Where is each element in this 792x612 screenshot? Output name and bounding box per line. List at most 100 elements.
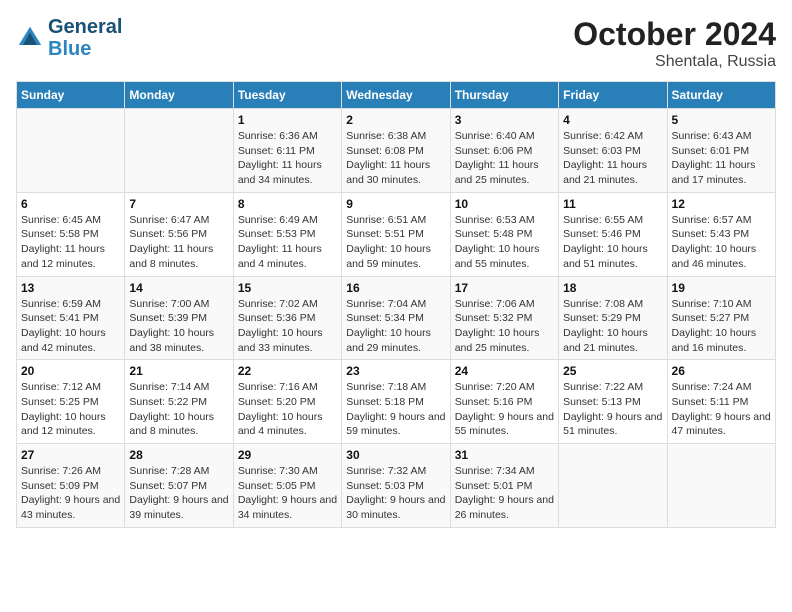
day-info: Sunrise: 7:20 AM Sunset: 5:16 PM Dayligh… bbox=[455, 380, 554, 439]
calendar-cell: 5 Sunrise: 6:43 AM Sunset: 6:01 PM Daylig… bbox=[667, 109, 775, 193]
day-info: Sunrise: 7:32 AM Sunset: 5:03 PM Dayligh… bbox=[346, 464, 445, 523]
calendar-cell: 21Sunrise: 7:14 AM Sunset: 5:22 PM Dayli… bbox=[125, 360, 233, 444]
calendar-cell: 19 Sunrise: 7:10 AM Sunset: 5:27 PM Dayli… bbox=[667, 276, 775, 360]
day-number: 2 bbox=[346, 113, 445, 127]
day-info: Sunrise: 6:59 AM Sunset: 5:41 PM Dayligh… bbox=[21, 297, 120, 356]
day-info: Sunrise: 7:26 AM Sunset: 5:09 PM Dayligh… bbox=[21, 464, 120, 523]
day-number: 11 bbox=[563, 197, 662, 211]
calendar-cell: 11 Sunrise: 6:55 AM Sunset: 5:46 PM Dayli… bbox=[559, 192, 667, 276]
day-number: 15 bbox=[238, 281, 337, 295]
header-thursday: Thursday bbox=[450, 82, 558, 109]
day-info: Sunrise: 7:10 AM Sunset: 5:27 PM Dayligh… bbox=[672, 297, 771, 356]
day-number: 20 bbox=[21, 364, 120, 378]
calendar-cell: 13Sunrise: 6:59 AM Sunset: 5:41 PM Dayli… bbox=[17, 276, 125, 360]
day-number: 22 bbox=[238, 364, 337, 378]
header-tuesday: Tuesday bbox=[233, 82, 341, 109]
title-block: October 2024 Shentala, Russia bbox=[573, 16, 776, 71]
calendar-cell: 8Sunrise: 6:49 AM Sunset: 5:53 PM Daylig… bbox=[233, 192, 341, 276]
day-info: Sunrise: 6:38 AM Sunset: 6:08 PM Dayligh… bbox=[346, 129, 445, 188]
day-info: Sunrise: 7:18 AM Sunset: 5:18 PM Dayligh… bbox=[346, 380, 445, 439]
calendar-cell: 22 Sunrise: 7:16 AM Sunset: 5:20 PM Dayli… bbox=[233, 360, 341, 444]
calendar-week-4: 20 Sunrise: 7:12 AM Sunset: 5:25 PM Dayli… bbox=[17, 360, 776, 444]
day-info: Sunrise: 7:28 AM Sunset: 5:07 PM Dayligh… bbox=[129, 464, 228, 523]
calendar-subtitle: Shentala, Russia bbox=[573, 53, 776, 71]
day-info: Sunrise: 6:36 AM Sunset: 6:11 PM Dayligh… bbox=[238, 129, 337, 188]
calendar-cell: 20 Sunrise: 7:12 AM Sunset: 5:25 PM Dayli… bbox=[17, 360, 125, 444]
day-number: 18 bbox=[563, 281, 662, 295]
calendar-week-1: 1Sunrise: 6:36 AM Sunset: 6:11 PM Daylig… bbox=[17, 109, 776, 193]
calendar-cell bbox=[559, 444, 667, 528]
day-info: Sunrise: 7:04 AM Sunset: 5:34 PM Dayligh… bbox=[346, 297, 445, 356]
calendar-week-3: 13Sunrise: 6:59 AM Sunset: 5:41 PM Dayli… bbox=[17, 276, 776, 360]
day-number: 19 bbox=[672, 281, 771, 295]
logo-blue: Blue bbox=[48, 38, 122, 60]
calendar-cell: 6 Sunrise: 6:45 AM Sunset: 5:58 PM Daylig… bbox=[17, 192, 125, 276]
logo-general: General bbox=[48, 16, 122, 38]
day-number: 9 bbox=[346, 197, 445, 211]
day-number: 30 bbox=[346, 448, 445, 462]
calendar-cell bbox=[667, 444, 775, 528]
calendar-cell: 31 Sunrise: 7:34 AM Sunset: 5:01 PM Dayli… bbox=[450, 444, 558, 528]
calendar-cell: 24 Sunrise: 7:20 AM Sunset: 5:16 PM Dayli… bbox=[450, 360, 558, 444]
calendar-cell bbox=[125, 109, 233, 193]
header-friday: Friday bbox=[559, 82, 667, 109]
header-row: Sunday Monday Tuesday Wednesday Thursday… bbox=[17, 82, 776, 109]
calendar-week-5: 27 Sunrise: 7:26 AM Sunset: 5:09 PM Dayli… bbox=[17, 444, 776, 528]
day-info: Sunrise: 6:51 AM Sunset: 5:51 PM Dayligh… bbox=[346, 213, 445, 272]
calendar-cell: 7Sunrise: 6:47 AM Sunset: 5:56 PM Daylig… bbox=[125, 192, 233, 276]
calendar-cell: 15Sunrise: 7:02 AM Sunset: 5:36 PM Dayli… bbox=[233, 276, 341, 360]
calendar-cell bbox=[17, 109, 125, 193]
calendar-cell: 23 Sunrise: 7:18 AM Sunset: 5:18 PM Dayli… bbox=[342, 360, 450, 444]
day-info: Sunrise: 7:24 AM Sunset: 5:11 PM Dayligh… bbox=[672, 380, 771, 439]
day-info: Sunrise: 7:06 AM Sunset: 5:32 PM Dayligh… bbox=[455, 297, 554, 356]
calendar-title: October 2024 bbox=[573, 16, 776, 53]
day-info: Sunrise: 7:08 AM Sunset: 5:29 PM Dayligh… bbox=[563, 297, 662, 356]
day-number: 24 bbox=[455, 364, 554, 378]
day-info: Sunrise: 6:40 AM Sunset: 6:06 PM Dayligh… bbox=[455, 129, 554, 188]
calendar-cell: 10 Sunrise: 6:53 AM Sunset: 5:48 PM Dayli… bbox=[450, 192, 558, 276]
calendar-week-2: 6 Sunrise: 6:45 AM Sunset: 5:58 PM Daylig… bbox=[17, 192, 776, 276]
logo-icon bbox=[16, 24, 44, 52]
header-sunday: Sunday bbox=[17, 82, 125, 109]
day-info: Sunrise: 6:47 AM Sunset: 5:56 PM Dayligh… bbox=[129, 213, 228, 272]
calendar-cell: 9 Sunrise: 6:51 AM Sunset: 5:51 PM Daylig… bbox=[342, 192, 450, 276]
day-info: Sunrise: 7:30 AM Sunset: 5:05 PM Dayligh… bbox=[238, 464, 337, 523]
day-number: 27 bbox=[21, 448, 120, 462]
day-number: 23 bbox=[346, 364, 445, 378]
calendar-cell: 18 Sunrise: 7:08 AM Sunset: 5:29 PM Dayli… bbox=[559, 276, 667, 360]
day-number: 16 bbox=[346, 281, 445, 295]
day-info: Sunrise: 6:57 AM Sunset: 5:43 PM Dayligh… bbox=[672, 213, 771, 272]
day-info: Sunrise: 7:16 AM Sunset: 5:20 PM Dayligh… bbox=[238, 380, 337, 439]
calendar-table: Sunday Monday Tuesday Wednesday Thursday… bbox=[16, 81, 776, 528]
day-info: Sunrise: 7:22 AM Sunset: 5:13 PM Dayligh… bbox=[563, 380, 662, 439]
day-number: 6 bbox=[21, 197, 120, 211]
calendar-cell: 4Sunrise: 6:42 AM Sunset: 6:03 PM Daylig… bbox=[559, 109, 667, 193]
logo: General Blue bbox=[16, 16, 122, 60]
calendar-cell: 25 Sunrise: 7:22 AM Sunset: 5:13 PM Dayli… bbox=[559, 360, 667, 444]
day-number: 14 bbox=[129, 281, 228, 295]
header-saturday: Saturday bbox=[667, 82, 775, 109]
day-info: Sunrise: 7:00 AM Sunset: 5:39 PM Dayligh… bbox=[129, 297, 228, 356]
day-info: Sunrise: 7:34 AM Sunset: 5:01 PM Dayligh… bbox=[455, 464, 554, 523]
day-info: Sunrise: 6:53 AM Sunset: 5:48 PM Dayligh… bbox=[455, 213, 554, 272]
day-info: Sunrise: 7:12 AM Sunset: 5:25 PM Dayligh… bbox=[21, 380, 120, 439]
day-number: 25 bbox=[563, 364, 662, 378]
calendar-cell: 27 Sunrise: 7:26 AM Sunset: 5:09 PM Dayli… bbox=[17, 444, 125, 528]
day-number: 31 bbox=[455, 448, 554, 462]
day-info: Sunrise: 7:14 AM Sunset: 5:22 PM Dayligh… bbox=[129, 380, 228, 439]
calendar-cell: 17Sunrise: 7:06 AM Sunset: 5:32 PM Dayli… bbox=[450, 276, 558, 360]
calendar-cell: 12 Sunrise: 6:57 AM Sunset: 5:43 PM Dayli… bbox=[667, 192, 775, 276]
calendar-cell: 3 Sunrise: 6:40 AM Sunset: 6:06 PM Daylig… bbox=[450, 109, 558, 193]
day-number: 29 bbox=[238, 448, 337, 462]
day-info: Sunrise: 6:55 AM Sunset: 5:46 PM Dayligh… bbox=[563, 213, 662, 272]
day-info: Sunrise: 6:45 AM Sunset: 5:58 PM Dayligh… bbox=[21, 213, 120, 272]
day-info: Sunrise: 6:43 AM Sunset: 6:01 PM Dayligh… bbox=[672, 129, 771, 188]
calendar-cell: 29 Sunrise: 7:30 AM Sunset: 5:05 PM Dayli… bbox=[233, 444, 341, 528]
day-number: 12 bbox=[672, 197, 771, 211]
calendar-cell: 1Sunrise: 6:36 AM Sunset: 6:11 PM Daylig… bbox=[233, 109, 341, 193]
calendar-cell: 14 Sunrise: 7:00 AM Sunset: 5:39 PM Dayli… bbox=[125, 276, 233, 360]
day-number: 10 bbox=[455, 197, 554, 211]
day-number: 5 bbox=[672, 113, 771, 127]
header-monday: Monday bbox=[125, 82, 233, 109]
day-number: 3 bbox=[455, 113, 554, 127]
